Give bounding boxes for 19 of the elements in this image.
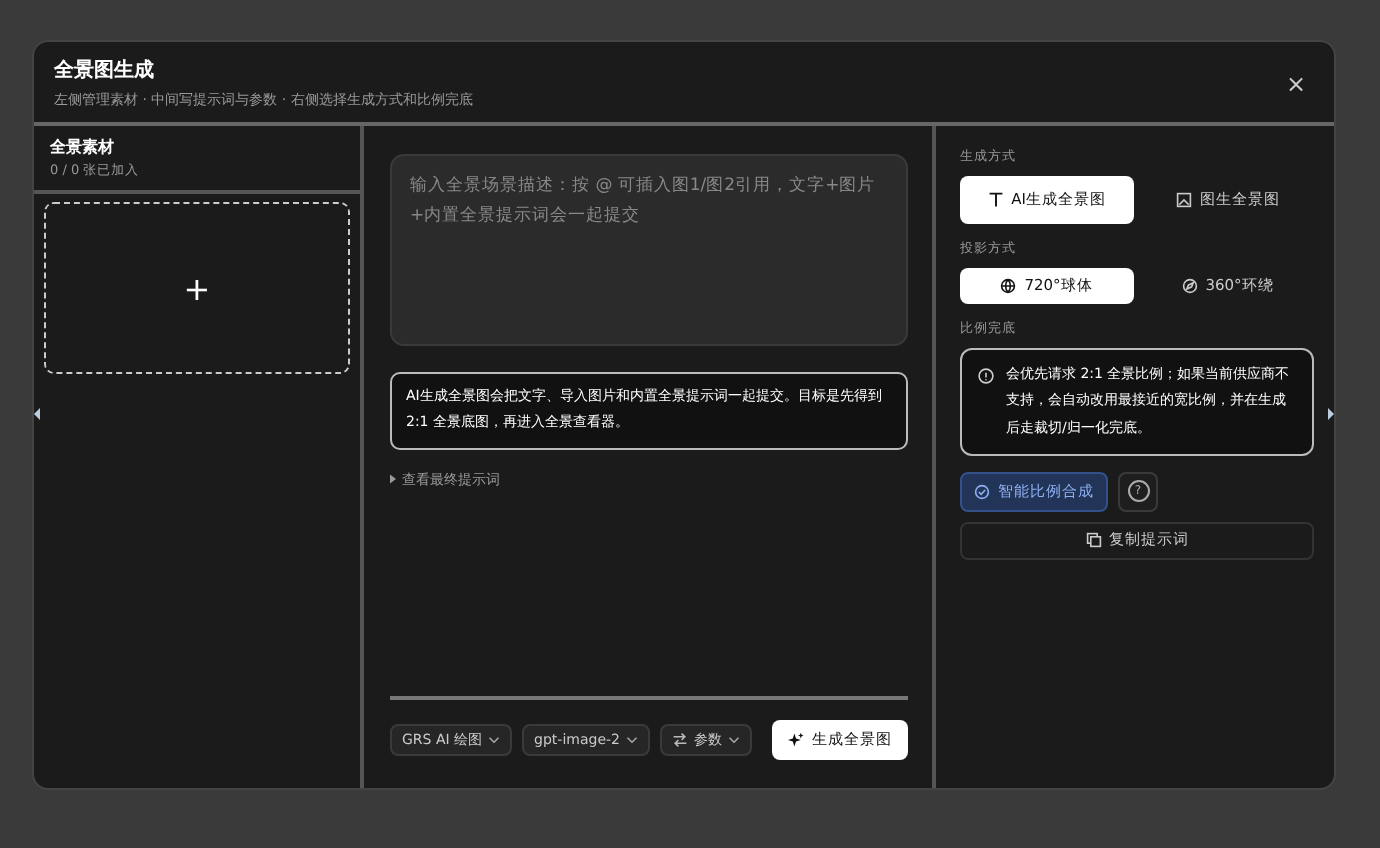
compass-icon bbox=[1181, 278, 1198, 294]
add-asset-area[interactable]: + bbox=[44, 202, 350, 374]
swap-icon bbox=[672, 732, 688, 748]
dialog-title: 全景图生成 bbox=[54, 57, 156, 84]
copy-icon bbox=[1085, 532, 1101, 549]
chevron-icon bbox=[728, 736, 740, 744]
info-icon bbox=[978, 368, 994, 384]
collapse-arrow-icon[interactable] bbox=[34, 408, 40, 420]
check-circle-icon bbox=[974, 483, 990, 500]
image-icon bbox=[1175, 192, 1192, 208]
text-icon bbox=[987, 192, 1004, 208]
chevron-icon bbox=[488, 736, 501, 744]
chevron-icon bbox=[626, 736, 638, 744]
assets-title: 全景素材 bbox=[50, 136, 116, 158]
sparkle-icon bbox=[788, 732, 804, 748]
expand-arrow-icon[interactable] bbox=[1328, 408, 1334, 420]
globe-icon bbox=[1000, 278, 1017, 294]
prompt-field[interactable]: 输入全景场景描述：按 @ 可插入图1/图2引用，文字+图片+内置全景提示词会一起提交 bbox=[390, 154, 908, 346]
close-button[interactable]: × bbox=[1281, 69, 1310, 97]
